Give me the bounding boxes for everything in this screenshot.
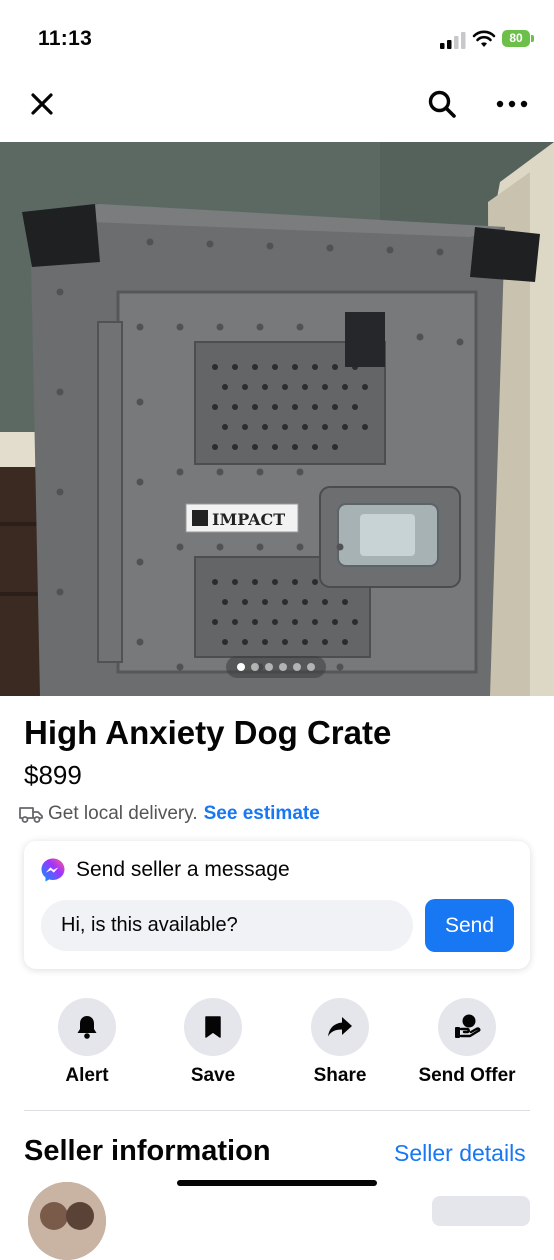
- alert-label: Alert: [65, 1065, 109, 1086]
- send-offer-icon: [455, 1014, 481, 1038]
- more-options-button[interactable]: [490, 84, 534, 124]
- crate-photo-illustration: IMPACT: [0, 142, 554, 696]
- seller-information-heading: Seller information: [24, 1135, 271, 1167]
- carousel-dot: [251, 663, 259, 671]
- close-icon: [31, 93, 53, 115]
- listing-price: $899: [24, 760, 82, 790]
- message-seller-card: Send seller a message Hi, is this availa…: [24, 841, 530, 969]
- search-button[interactable]: [420, 84, 464, 124]
- delivery-row: Get local delivery. See estimate: [18, 803, 320, 825]
- wifi-icon: [472, 30, 496, 47]
- listing-photo[interactable]: IMPACT: [0, 142, 554, 696]
- delivery-text: Get local delivery.: [48, 803, 198, 824]
- battery-level: 80: [509, 31, 523, 45]
- carousel-dot: [279, 663, 287, 671]
- section-divider: [24, 1110, 530, 1111]
- bell-icon: [77, 1016, 97, 1039]
- crate-brand-text: IMPACT: [212, 510, 285, 529]
- carousel-dot: [265, 663, 273, 671]
- alert-button[interactable]: Alert: [32, 998, 142, 1087]
- bookmark-icon: [205, 1016, 221, 1038]
- listing-title: High Anxiety Dog Crate: [24, 714, 392, 751]
- photo-carousel-indicator[interactable]: [226, 656, 326, 678]
- more-icon: [496, 100, 528, 108]
- share-button[interactable]: Share: [285, 998, 395, 1087]
- share-label: Share: [313, 1065, 367, 1086]
- seller-follow-button[interactable]: [432, 1196, 530, 1226]
- status-time: 11:13: [38, 27, 93, 50]
- battery-icon: 80: [502, 30, 536, 49]
- share-icon: [328, 1017, 352, 1037]
- truck-icon: [19, 807, 43, 823]
- status-bar: 11:13 80: [0, 0, 554, 80]
- message-card-header: Send seller a message: [40, 857, 290, 883]
- search-icon: [428, 90, 456, 118]
- avatar-image: [28, 1182, 106, 1260]
- cellular-signal-icon: [440, 32, 466, 49]
- carousel-dot: [307, 663, 315, 671]
- see-estimate-link[interactable]: See estimate: [204, 803, 320, 825]
- home-indicator: [177, 1180, 377, 1186]
- send-button[interactable]: Send: [425, 899, 514, 952]
- carousel-dot: [237, 663, 245, 671]
- send-offer-label: Send Offer: [418, 1065, 516, 1086]
- message-input[interactable]: Hi, is this available?: [41, 900, 413, 951]
- save-button[interactable]: Save: [158, 998, 268, 1087]
- message-card-title: Send seller a message: [76, 858, 290, 881]
- action-buttons-row: Alert Save Share Send Offer: [24, 998, 530, 1093]
- seller-details-link[interactable]: Seller details: [394, 1140, 526, 1167]
- close-button[interactable]: [22, 84, 62, 124]
- seller-avatar[interactable]: [28, 1182, 106, 1260]
- send-offer-button[interactable]: Send Offer: [412, 998, 522, 1087]
- save-label: Save: [190, 1065, 236, 1086]
- carousel-dot: [293, 663, 301, 671]
- messenger-icon: [41, 858, 65, 882]
